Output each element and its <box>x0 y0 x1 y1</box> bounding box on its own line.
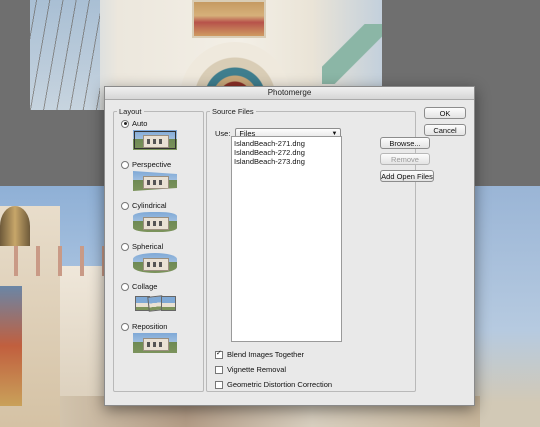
reposition-thumbnail <box>133 333 177 353</box>
browse-button[interactable]: Browse... <box>380 137 430 149</box>
add-open-files-button[interactable]: Add Open Files <box>380 170 434 182</box>
mosaic-panel <box>192 0 266 38</box>
radio-perspective[interactable]: Perspective <box>121 160 171 169</box>
radio-label: Perspective <box>132 160 172 169</box>
radio-button-icon[interactable] <box>121 282 129 291</box>
use-label: Use: <box>215 128 231 138</box>
radio-cylindrical[interactable]: Cylindrical <box>121 201 167 210</box>
cancel-button[interactable]: Cancel <box>424 124 466 136</box>
green-roof <box>322 24 382 84</box>
cylindrical-thumbnail <box>133 212 177 232</box>
decorative-arches <box>14 246 114 276</box>
radio-spherical[interactable]: Spherical <box>121 242 163 251</box>
radio-auto[interactable]: Auto <box>121 119 147 128</box>
photomerge-dialog: Photomerge Layout Auto Perspective Cylin… <box>104 86 475 406</box>
list-item[interactable]: IslandBeach-272.dng <box>234 148 339 157</box>
checkbox-icon[interactable] <box>215 380 223 389</box>
source-files-legend: Source Files <box>212 107 254 116</box>
dialog-title: Photomerge <box>105 87 474 100</box>
spherical-thumbnail <box>133 253 177 273</box>
radio-label: Spherical <box>132 242 164 251</box>
checkbox-icon[interactable] <box>215 365 223 374</box>
radio-button-icon[interactable] <box>121 201 129 210</box>
religious-icon-painting <box>0 286 22 406</box>
geometric-distortion-option[interactable]: Geometric Distortion Correction <box>215 380 332 389</box>
radio-collage[interactable]: Collage <box>121 282 157 291</box>
radio-button-icon[interactable] <box>121 322 129 331</box>
collage-thumbnail <box>133 293 177 313</box>
golden-dome <box>0 206 30 246</box>
radio-button-icon[interactable] <box>121 242 129 251</box>
radio-label: Cylindrical <box>132 201 167 210</box>
auto-thumbnail <box>133 130 177 150</box>
checkbox-label: Geometric Distortion Correction <box>227 380 333 389</box>
ok-button[interactable]: OK <box>424 107 466 119</box>
layout-group: Layout Auto Perspective Cylindrical Sphe… <box>113 107 204 392</box>
radio-button-icon[interactable] <box>121 160 129 169</box>
checkbox-checked-icon[interactable] <box>215 350 223 359</box>
radio-button-icon[interactable] <box>121 119 129 128</box>
checkbox-label: Vignette Removal <box>227 365 287 374</box>
tree-branches <box>30 0 100 110</box>
remove-button[interactable]: Remove <box>380 153 430 165</box>
blend-images-option[interactable]: Blend Images Together <box>215 350 304 359</box>
church-facade <box>0 206 60 427</box>
radio-label: Auto <box>132 119 148 128</box>
layout-legend: Layout <box>119 107 142 116</box>
radio-label: Reposition <box>132 322 168 331</box>
radio-reposition[interactable]: Reposition <box>121 322 167 331</box>
perspective-thumbnail <box>133 171 177 191</box>
list-item[interactable]: IslandBeach-273.dng <box>234 157 339 166</box>
file-list[interactable]: IslandBeach-271.dng IslandBeach-272.dng … <box>231 136 342 342</box>
list-item[interactable]: IslandBeach-271.dng <box>234 139 339 148</box>
vignette-removal-option[interactable]: Vignette Removal <box>215 365 286 374</box>
checkbox-label: Blend Images Together <box>227 350 304 359</box>
radio-label: Collage <box>132 282 158 291</box>
source-files-group: Source Files Use: Files ▼ IslandBeach-27… <box>206 107 434 392</box>
